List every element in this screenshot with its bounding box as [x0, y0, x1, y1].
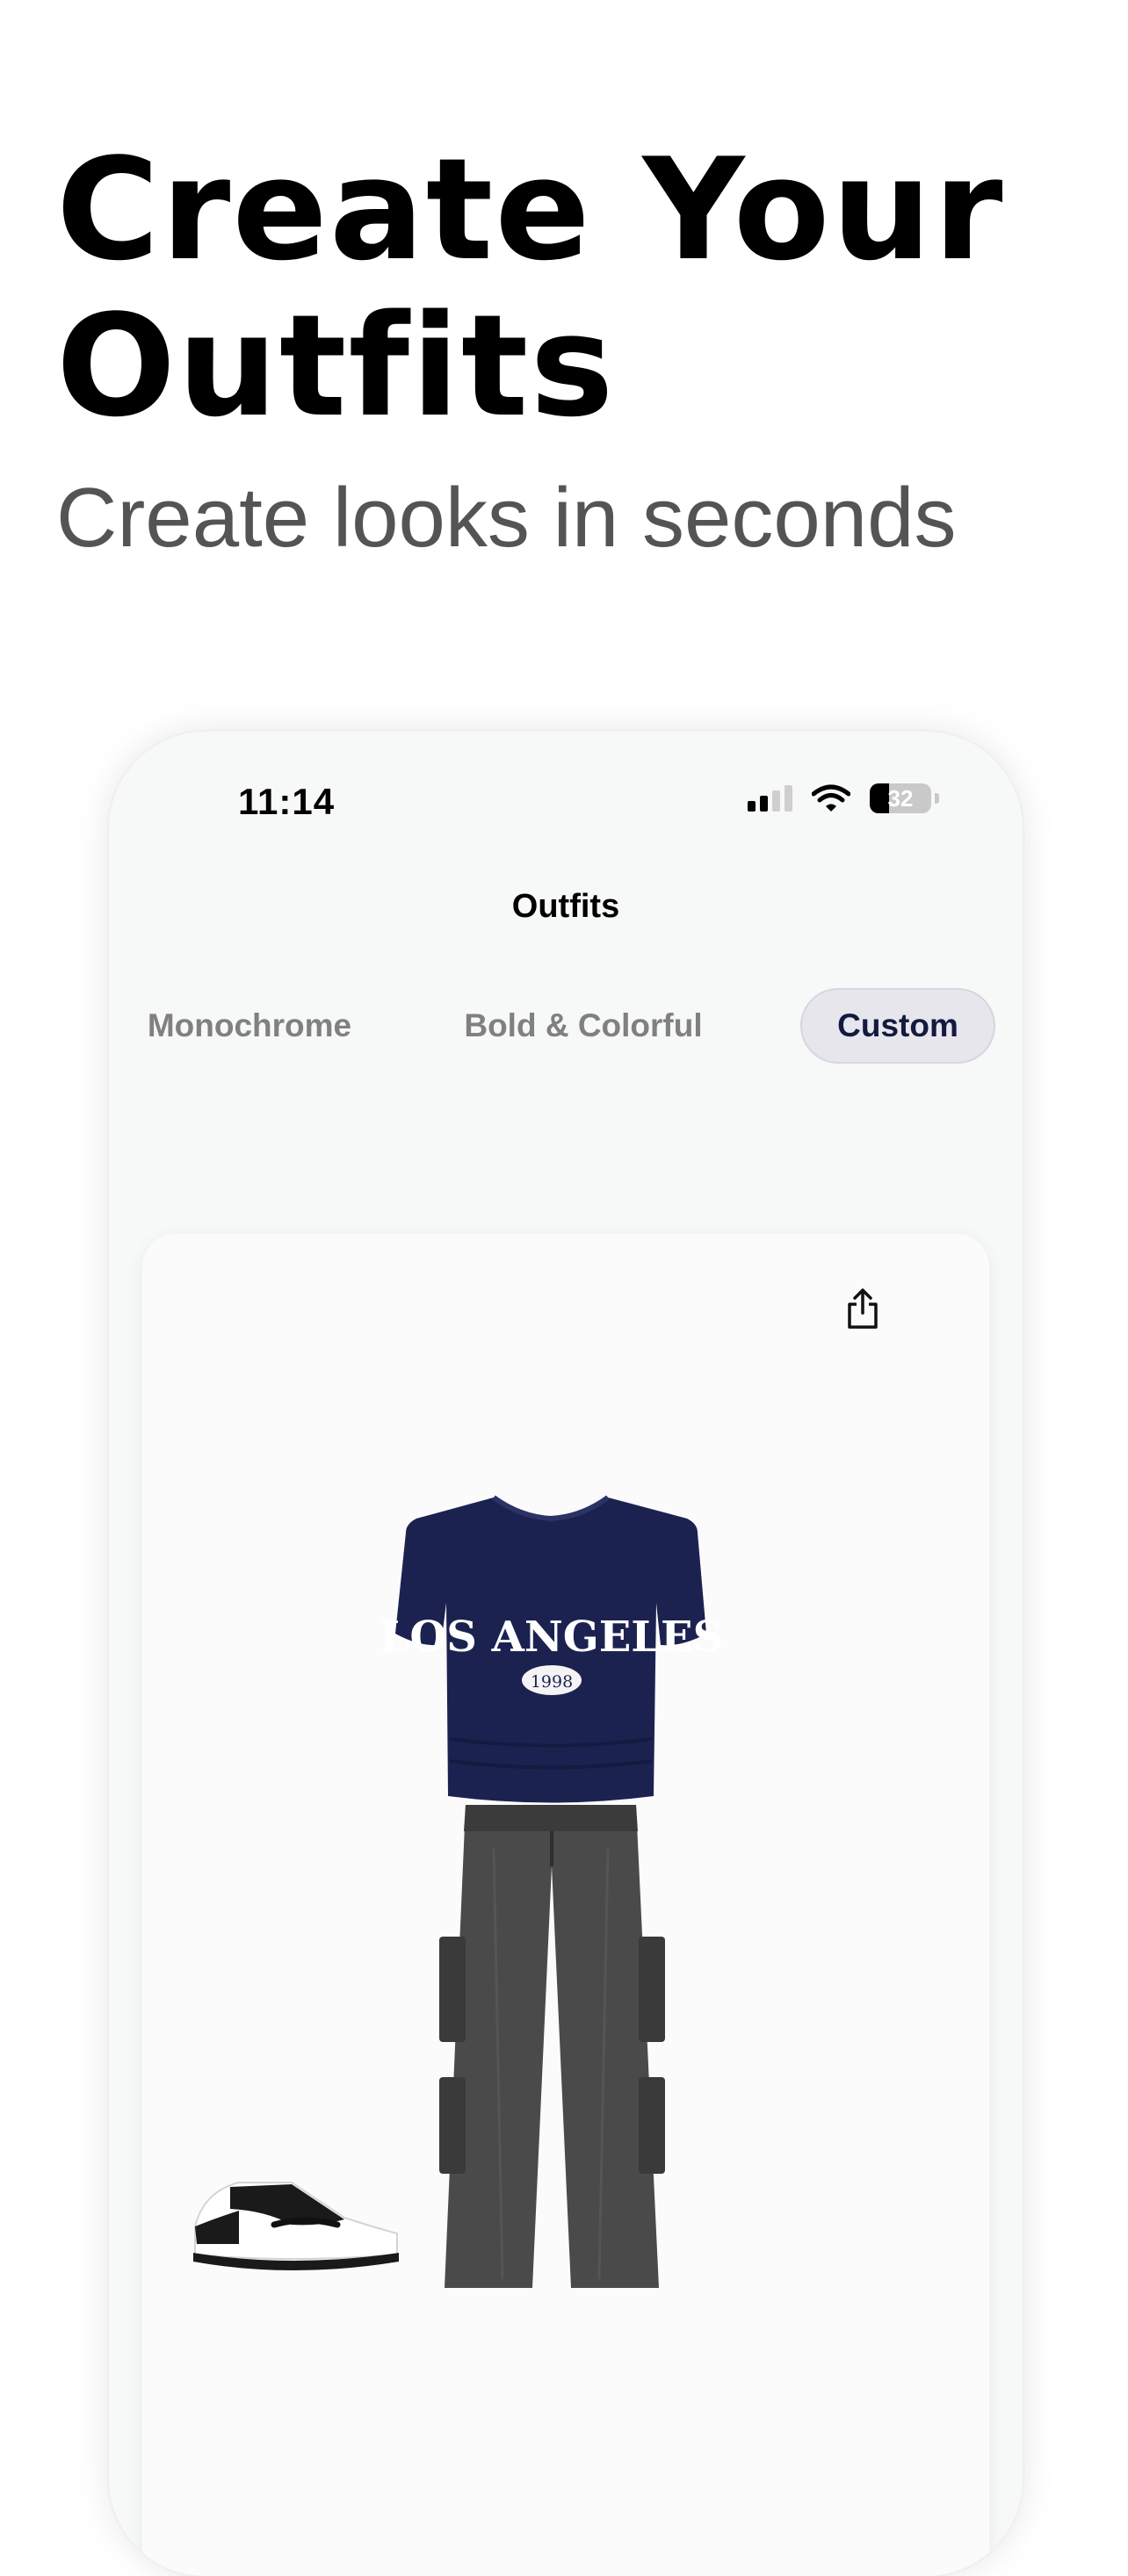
battery-level: 32	[887, 784, 914, 812]
status-time: 11:14	[238, 781, 336, 822]
outfit-item-jeans[interactable]	[439, 1805, 665, 2288]
tab-monochrome[interactable]: Monochrome	[127, 988, 372, 1064]
nav-title: Outfits	[511, 888, 620, 925]
tab-custom[interactable]: Custom	[800, 988, 995, 1064]
tshirt-print-year: 1998	[531, 1672, 573, 1692]
status-icons: 32	[748, 783, 939, 814]
phone-frame: 11:14 32 Outfits Monochrome Bold & Color…	[109, 732, 1023, 2576]
outfit-style-tabs: Monochrome Bold & Colorful Custom	[109, 988, 1023, 1064]
outfit-card: LOS ANGELES 1998	[142, 1234, 989, 2576]
outfit-item-sneaker[interactable]	[193, 2182, 399, 2270]
wifi-icon	[812, 784, 850, 812]
outfit-item-tshirt[interactable]: LOS ANGELES 1998	[380, 1495, 724, 1803]
tshirt-print-text: LOS ANGELES	[380, 1613, 724, 1662]
battery-icon: 32	[870, 783, 931, 813]
promo-subtitle: Create looks in seconds	[56, 471, 957, 565]
battery-cap	[935, 793, 939, 804]
outfit-illustration: LOS ANGELES 1998	[193, 1495, 724, 2288]
promo-title: Create Your Outfits	[56, 127, 1005, 448]
signal-icon	[748, 785, 792, 812]
tab-bold-colorful[interactable]: Bold & Colorful	[452, 988, 715, 1064]
